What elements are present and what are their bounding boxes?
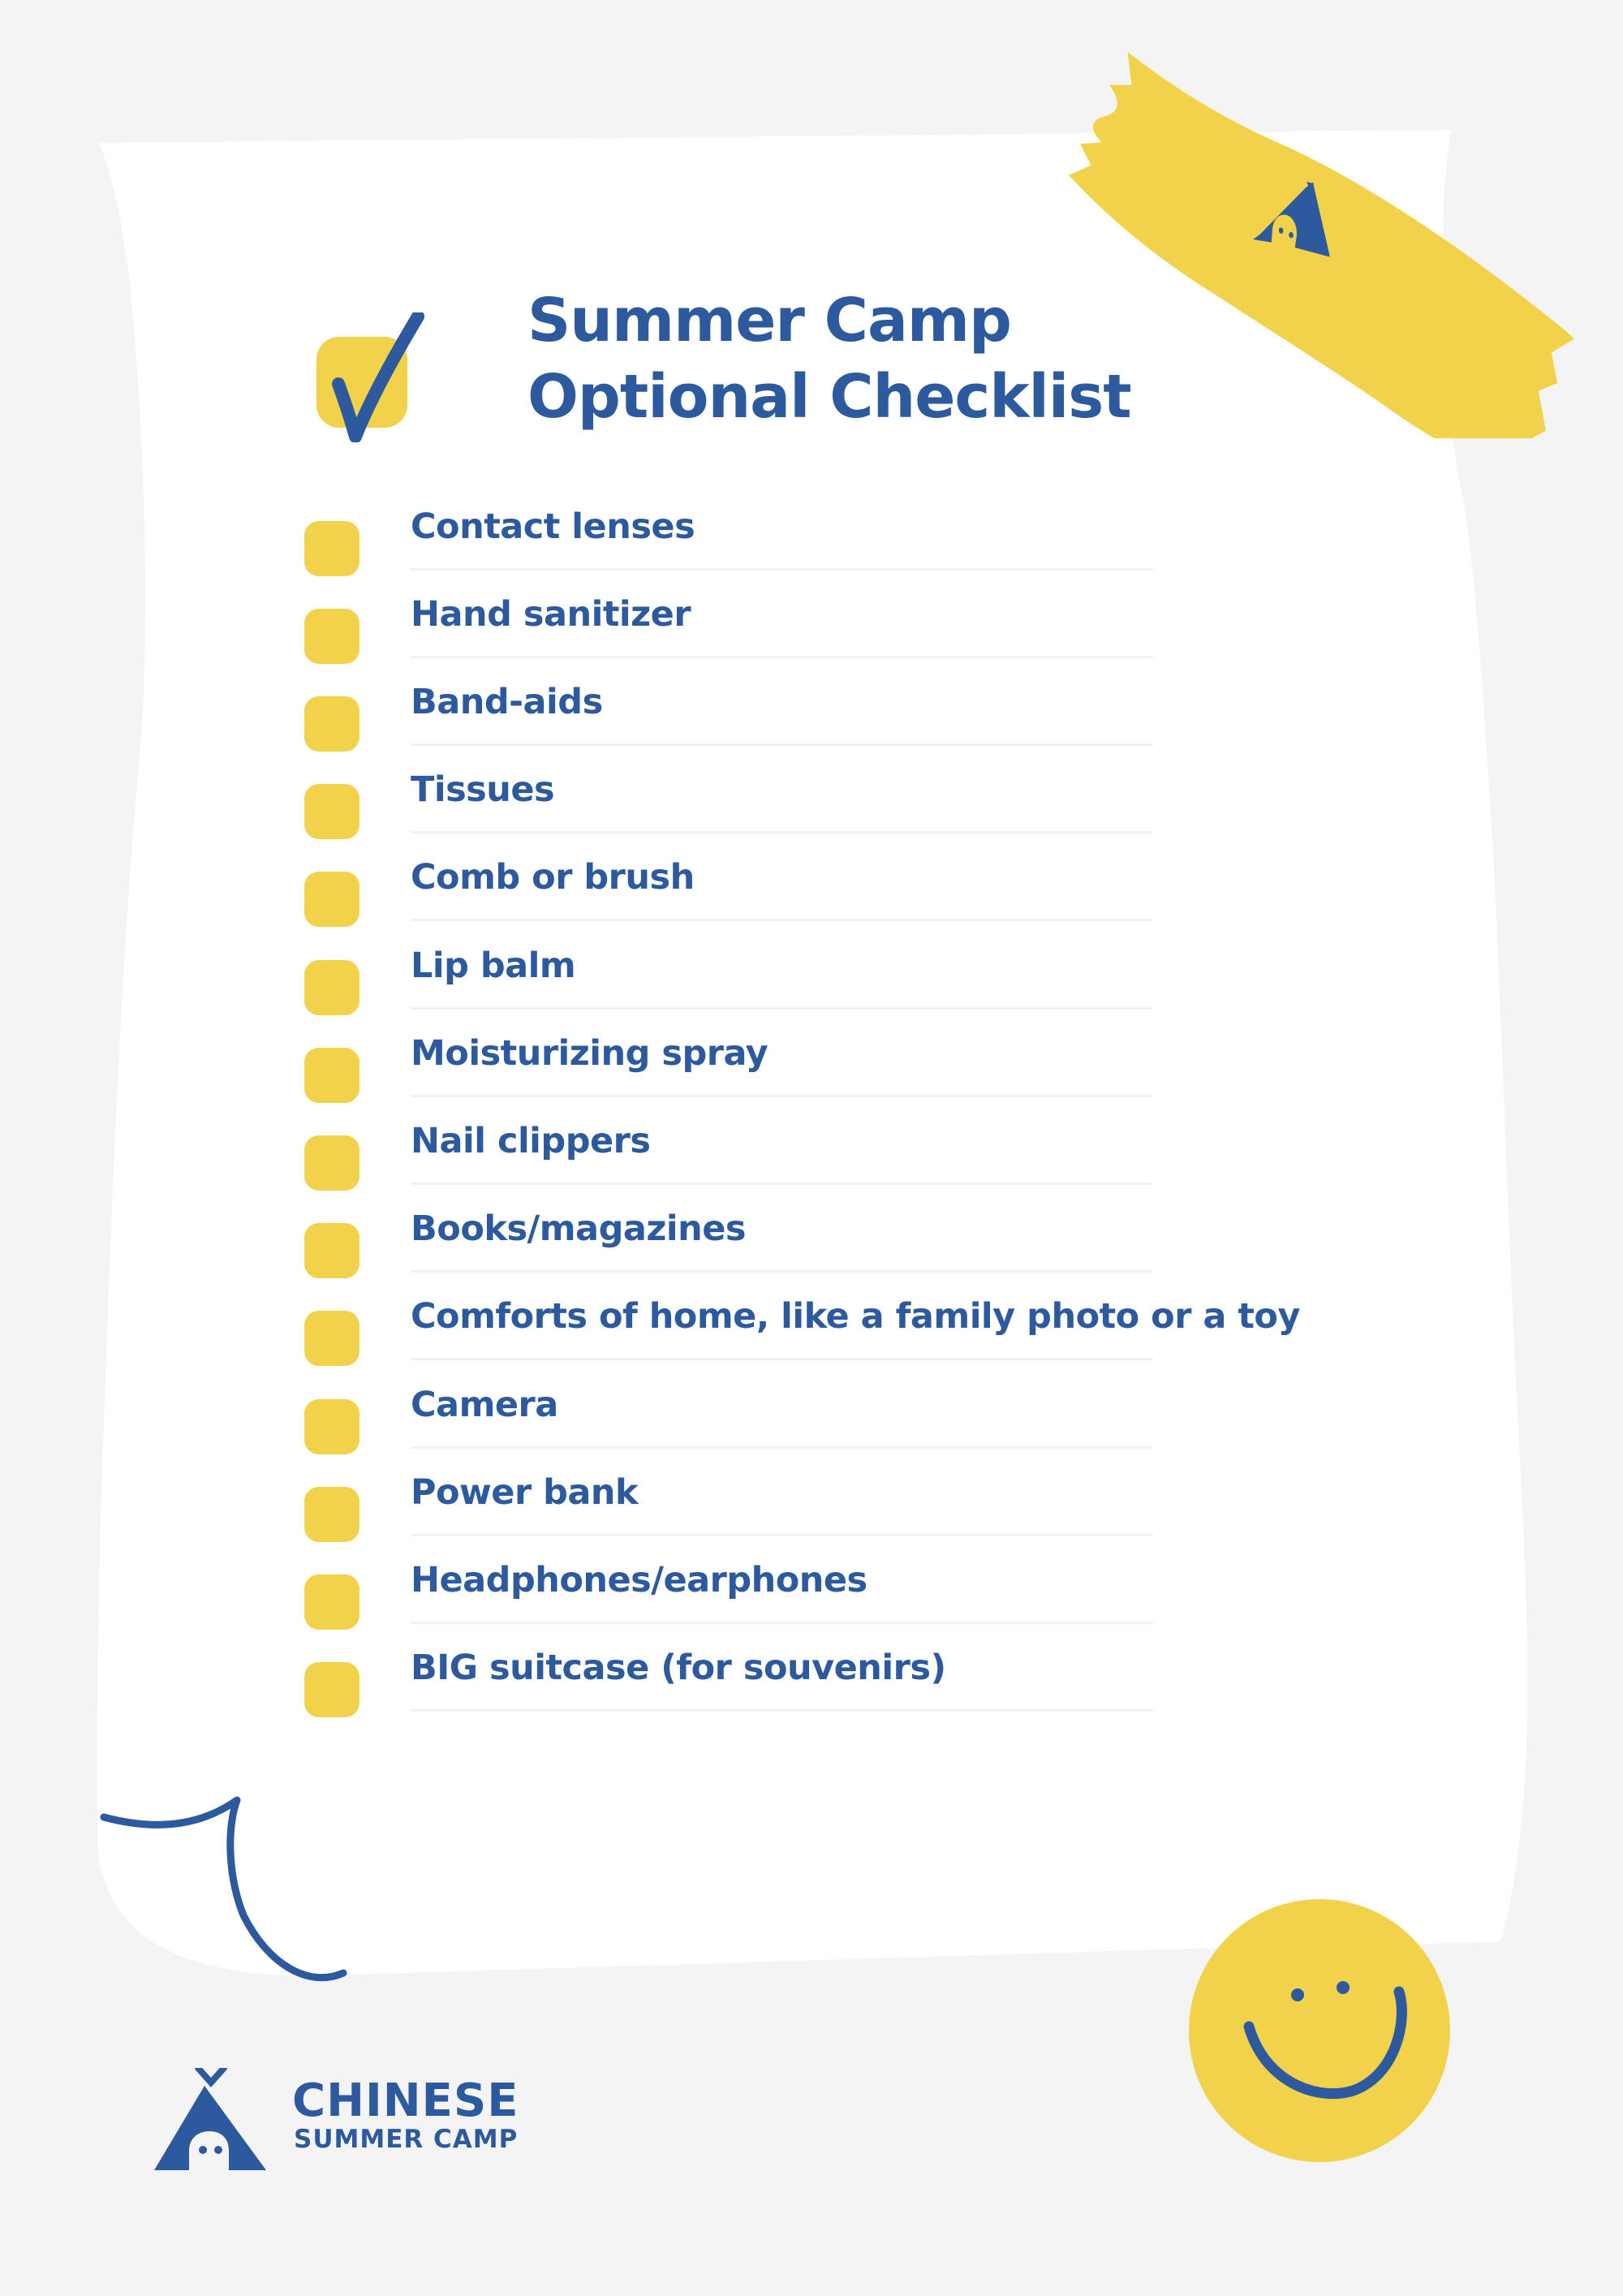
checkbox[interactable] — [304, 1311, 359, 1366]
item-label: Books/magazines — [411, 1208, 747, 1249]
checkbox[interactable] — [304, 872, 359, 927]
tent-logo-icon — [154, 2068, 266, 2170]
checkbox[interactable] — [304, 1399, 359, 1454]
divider — [411, 656, 1153, 658]
divider — [411, 1709, 1153, 1712]
item-label: Hand sanitizer — [411, 594, 691, 635]
checkbox[interactable] — [304, 1662, 359, 1717]
item-label: Camera — [411, 1385, 558, 1425]
divider — [411, 1622, 1153, 1624]
checkbox[interactable] — [304, 1048, 359, 1103]
checkbox[interactable] — [304, 1574, 359, 1630]
page-curl-icon — [100, 1796, 347, 1982]
checkbox[interactable] — [304, 960, 359, 1015]
checkbox[interactable] — [304, 1487, 359, 1542]
item-label: Moisturizing spray — [411, 1033, 768, 1074]
title-line-2: Optional Checklist — [527, 362, 1132, 432]
divider — [411, 1270, 1153, 1273]
item-label: Power bank — [411, 1472, 639, 1513]
item-label: Tissues — [411, 769, 555, 810]
item-label: Contact lenses — [411, 506, 695, 547]
brand-name-line-1: CHINESE — [292, 2074, 519, 2127]
item-label: Comforts of home, like a family photo or… — [411, 1296, 1301, 1337]
page-title: Summer Camp Optional Checklist — [527, 282, 1132, 435]
smiley-face-icon — [1189, 1899, 1450, 2162]
title-line-1: Summer Camp — [527, 286, 1012, 355]
checkbox[interactable] — [304, 696, 359, 752]
divider — [411, 1446, 1153, 1449]
divider — [411, 1095, 1153, 1097]
item-label: BIG suitcase (for souvenirs) — [411, 1648, 946, 1688]
checkbox[interactable] — [304, 609, 359, 664]
item-label: Comb or brush — [411, 857, 695, 898]
checkmark-icon — [316, 312, 424, 442]
tape-decoration — [1069, 52, 1574, 438]
item-label: Band-aids — [411, 682, 603, 722]
item-label: Nail clippers — [411, 1121, 651, 1161]
item-label: Headphones/earphones — [411, 1560, 867, 1600]
checkbox[interactable] — [304, 784, 359, 839]
item-label: Lip balm — [411, 946, 576, 986]
checkbox[interactable] — [304, 521, 359, 576]
brand-logo: CHINESE SUMMER CAMP — [146, 2068, 568, 2173]
divider — [411, 1534, 1153, 1536]
divider — [411, 831, 1153, 834]
checkbox[interactable] — [304, 1223, 359, 1278]
divider — [411, 743, 1153, 746]
divider — [411, 919, 1153, 921]
divider — [411, 1358, 1153, 1360]
divider — [411, 1007, 1153, 1010]
brand-name-line-2: SUMMER CAMP — [294, 2125, 519, 2154]
divider — [411, 1182, 1153, 1185]
checklist-item[interactable]: BIG suitcase (for souvenirs) — [304, 1648, 1197, 1750]
checkbox[interactable] — [304, 1135, 359, 1191]
divider — [411, 568, 1153, 571]
